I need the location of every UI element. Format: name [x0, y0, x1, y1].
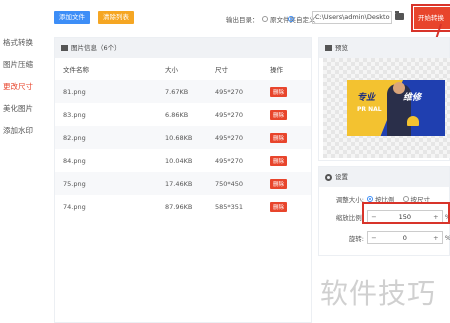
sidebar-item-format-convert[interactable]: 格式转换: [0, 32, 50, 54]
col-size: 大小: [165, 66, 178, 74]
delete-button[interactable]: 删除: [270, 201, 288, 212]
minus-button[interactable]: −: [368, 234, 380, 242]
delete-button[interactable]: 删除: [270, 132, 288, 143]
toolbar: 添加文件 清除列表 输出目录： 原文件夹 自定义 C:\Users\admin\…: [54, 4, 450, 32]
radio-checked-icon: [288, 16, 294, 22]
gear-icon: [325, 173, 332, 181]
table-row[interactable]: 84.png 10.04KB 495*270 删除: [55, 149, 311, 172]
start-convert-button[interactable]: 开始转换: [411, 4, 450, 32]
banner-text-3: PR NAL: [357, 106, 382, 113]
col-dim: 尺寸: [215, 66, 228, 74]
col-name: 文件名称: [63, 66, 89, 74]
file-name: 75.png: [63, 179, 86, 188]
add-file-button[interactable]: 添加文件: [54, 11, 90, 24]
rotate-row: 旋转: − 0 + %: [319, 231, 450, 244]
sidebar: 格式转换 图片压缩 更改尺寸 美化图片 添加水印: [0, 32, 50, 142]
settings-title: 设置: [335, 173, 348, 181]
adjust-size-label: 调整大小:: [335, 196, 364, 204]
file-name: 74.png: [63, 202, 86, 211]
file-dim: 750*450: [215, 179, 244, 188]
file-list-header: 图片信息（6个）: [55, 38, 311, 58]
file-name: 83.png: [63, 110, 86, 119]
image-icon: [61, 45, 68, 51]
radio-icon: [262, 16, 268, 22]
file-name: 81.png: [63, 87, 86, 96]
delete-button[interactable]: 删除: [270, 86, 288, 97]
file-size: 87.96KB: [165, 202, 193, 211]
table-body: 81.png 7.67KB 495*270 删除 83.png 6.86KB 4…: [55, 80, 311, 218]
file-dim: 495*270: [215, 110, 244, 119]
rotate-stepper[interactable]: − 0 +: [366, 231, 443, 244]
preview-icon: [325, 45, 332, 51]
file-list-title: 图片信息（6个）: [71, 44, 121, 52]
sidebar-item-resize[interactable]: 更改尺寸: [0, 76, 50, 98]
table-row[interactable]: 81.png 7.67KB 495*270 删除: [55, 80, 311, 103]
preview-image: 专业 维修 PR NAL: [347, 80, 445, 136]
rotate-value[interactable]: 0: [380, 234, 430, 242]
settings-header: 设置: [319, 167, 449, 187]
file-dim: 495*270: [215, 87, 244, 96]
output-dir-label: 输出目录：: [226, 16, 259, 24]
preview-canvas: 专业 维修 PR NAL: [323, 58, 450, 158]
clear-list-button[interactable]: 清除列表: [98, 11, 134, 24]
banner-text-1: 专业: [357, 93, 376, 103]
file-name: 82.png: [63, 133, 86, 142]
preview-header: 预览: [319, 38, 449, 58]
table-row[interactable]: 75.png 17.46KB 750*450 删除: [55, 172, 311, 195]
file-dim: 495*270: [215, 156, 244, 165]
delete-button[interactable]: 删除: [270, 109, 288, 120]
file-size: 10.68KB: [165, 133, 193, 142]
delete-button[interactable]: 删除: [270, 178, 288, 189]
file-size: 7.67KB: [165, 87, 189, 96]
percent-unit: %: [445, 234, 450, 242]
table-row[interactable]: 83.png 6.86KB 495*270 删除: [55, 103, 311, 126]
scale-label: 缩放比例:: [335, 213, 364, 222]
sidebar-item-compress[interactable]: 图片压缩: [0, 54, 50, 76]
file-list-panel: 图片信息（6个） 文件名称 大小 尺寸 操作 81.png 7.67KB 495…: [54, 37, 312, 323]
file-size: 6.86KB: [165, 110, 189, 119]
output-path-input[interactable]: C:\Users\admin\Deskto: [312, 11, 392, 24]
plus-button[interactable]: +: [430, 234, 442, 242]
sidebar-item-watermark[interactable]: 添加水印: [0, 120, 50, 142]
preview-panel: 预览 专业 维修 PR NAL: [318, 37, 450, 161]
sidebar-item-beautify[interactable]: 美化图片: [0, 98, 50, 120]
helmet: [407, 116, 419, 126]
table-header: 文件名称 大小 尺寸 操作: [55, 58, 311, 80]
table-row[interactable]: 82.png 10.68KB 495*270 删除: [55, 126, 311, 149]
banner-text-2: 维修: [403, 93, 422, 103]
file-name: 84.png: [63, 156, 86, 165]
file-size: 10.04KB: [165, 156, 193, 165]
delete-button[interactable]: 删除: [270, 155, 288, 166]
watermark-text: 软件技巧: [320, 277, 437, 310]
table-row[interactable]: 74.png 87.96KB 585*351 删除: [55, 195, 311, 218]
rotate-label: 旋转:: [348, 234, 364, 243]
file-size: 17.46KB: [165, 179, 193, 188]
scale-highlight-box: [362, 202, 450, 224]
file-dim: 585*351: [215, 202, 244, 211]
file-dim: 495*270: [215, 133, 244, 142]
col-op: 操作: [270, 66, 283, 74]
folder-icon[interactable]: [395, 11, 404, 20]
preview-title: 预览: [335, 44, 348, 52]
